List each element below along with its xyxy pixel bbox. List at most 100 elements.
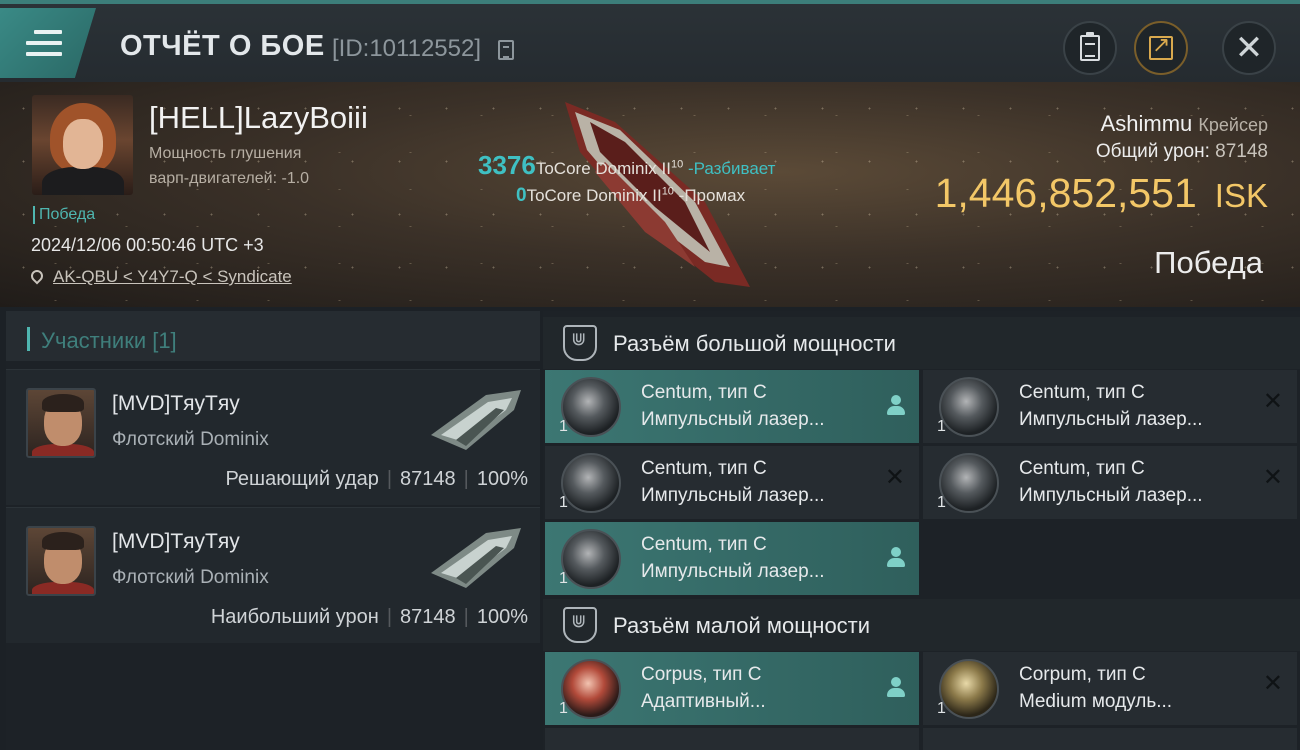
module-quantity: 1 [937,494,946,511]
module-quantity: 1 [559,494,568,511]
top-bar: ОТЧЁТ О БОЕ [ID:10112552] ✕ [0,0,1300,82]
high-slot-header: Разъём большой мощности [543,317,1300,369]
module-description: Medium модуль... [1019,691,1173,712]
medium-module-icon [939,659,999,719]
module-description: Импульсный лазер... [1019,485,1203,506]
ewar-value: варп-двигателей: -1.0 [149,170,310,187]
battle-result: Победа [1154,245,1263,280]
victim-ship-class: Крейсер [1198,115,1268,135]
module-quantity: 1 [937,418,946,435]
report-id: [ID:10112552] [332,35,482,62]
module-quantity: 1 [559,700,568,717]
isk-value-line: 1,446,852,551 ISK [935,170,1268,217]
module-description: Адаптивный... [641,691,766,712]
module-name: Corpum, тип C [1019,664,1146,685]
hardener-module-icon [561,659,621,719]
total-damage-label: Общий урон: [1095,141,1210,162]
participant-name: [MVD]TяyTяy [112,392,240,415]
hit-action: -Разбивает [687,159,776,178]
mid-slot-icon [563,607,597,643]
clipboard-icon [1080,32,1100,61]
dropped-person-icon [887,677,905,697]
module-item[interactable]: 1 Corpus, тип C Адаптивный... [545,652,919,725]
miss-damage: 0 [516,185,527,206]
total-damage-value: 87148 [1215,141,1268,162]
share-button[interactable] [1134,21,1188,75]
laser-module-icon [561,377,621,437]
laser-module-icon [561,529,621,589]
dropped-person-icon [887,547,905,567]
module-quantity: 1 [559,418,568,435]
share-icon [1149,32,1173,60]
module-name: Centum, тип C [1019,382,1145,403]
killer-portrait[interactable] [32,95,133,195]
participant-role: Наибольший урон [210,606,379,628]
hit-weapon-level: 10 [670,158,684,171]
participants-panel: Участники [1] [MVD]TяyTяy Флотский Domin… [6,311,540,750]
destroyed-x-icon: ✕ [1262,670,1283,697]
module-description: Импульсный лазер... [641,409,825,430]
participant-ship: Флотский Dominix [112,567,269,588]
clipboard-button[interactable] [1063,21,1117,75]
module-item[interactable]: 1 Centum, тип C Импульсный лазер... ✕ [923,446,1297,519]
participant-card[interactable]: [MVD]TяyTяy Флотский Dominix Решающий уд… [6,369,540,505]
location-pin-icon [28,267,46,285]
participant-damage: 87148 [400,606,456,628]
laser-module-icon [561,453,621,513]
module-item[interactable]: 1 Corpum, тип C Medium модуль... ✕ [923,652,1297,725]
miss-summary: 0ToCore Dominix II10 -Промах [516,185,745,207]
miss-weapon: ToCore Dominix II [526,186,662,205]
hit-summary: 3376ToCore Dominix II10 -Разбивает [478,150,775,181]
module-item[interactable]: 1 Centum, тип C Импульсный лазер... [545,522,919,595]
hamburger-icon [26,30,62,63]
module-item-partial[interactable] [545,728,919,750]
close-icon: ✕ [1234,29,1264,67]
participant-percent: 100% [476,468,528,490]
participant-ship-icon [431,528,521,588]
destroyed-x-icon: ✕ [884,464,905,491]
mid-slot-header: Разъём малой мощности [543,599,1300,651]
participants-header[interactable]: Участники [1] [6,311,540,361]
module-description: Импульсный лазер... [641,561,825,582]
participant-ship: Флотский Dominix [112,429,269,450]
high-slot-title: Разъём большой мощности [613,331,896,356]
module-name: Centum, тип C [641,382,767,403]
menu-button[interactable] [0,8,96,78]
destroyed-x-icon: ✕ [1262,464,1283,491]
module-quantity: 1 [559,570,568,587]
module-name: Centum, тип C [1019,458,1145,479]
module-name: Centum, тип C [641,534,767,555]
copy-id-icon[interactable] [498,40,514,60]
mid-slot-title: Разъём малой мощности [613,613,871,638]
killer-name[interactable]: [HELL]LazyBoiii [149,100,368,136]
battle-summary: [HELL]LazyBoiii Мощность глушения варп-д… [0,82,1300,307]
battle-location[interactable]: AK-QBU < Y4Y7-Q < Syndicate [28,267,292,287]
close-button[interactable]: ✕ [1222,21,1276,75]
participant-percent: 100% [476,606,528,628]
miss-weapon-level: 10 [661,185,674,198]
module-quantity: 1 [937,700,946,717]
hit-damage: 3376 [478,150,536,180]
destroyed-x-icon: ✕ [1262,388,1283,415]
total-damage: Общий урон: 87148 [1096,141,1268,163]
participant-stats: Наибольший урон | 87148 | 100% [210,606,528,628]
module-item[interactable]: 1 Centum, тип C Импульсный лазер... [545,370,919,443]
victim-info: Ashimmu Крейсер [1101,111,1268,137]
participant-stats: Решающий удар | 87148 | 100% [225,468,528,490]
dropped-person-icon [887,395,905,415]
module-item-partial[interactable] [923,728,1297,750]
isk-value: 1,446,852,551 [934,170,1197,216]
isk-unit: ISK [1214,177,1268,214]
participant-damage: 87148 [400,468,456,490]
module-name: Centum, тип C [641,458,767,479]
participant-card[interactable]: [MVD]TяyTяy Флотский Dominix Наибольший … [6,507,540,643]
victim-name[interactable]: Ashimmu [1101,111,1193,136]
module-item[interactable]: 1 Centum, тип C Импульсный лазер... ✕ [545,446,919,519]
module-description: Импульсный лазер... [1019,409,1203,430]
location-link[interactable]: AK-QBU < Y4Y7-Q < Syndicate [53,267,292,286]
participant-avatar[interactable] [26,388,96,458]
participant-avatar[interactable] [26,526,96,596]
module-item[interactable]: 1 Centum, тип C Импульсный лазер... ✕ [923,370,1297,443]
module-description: Импульсный лазер... [641,485,825,506]
ewar-label: Мощность глушения [149,145,302,162]
